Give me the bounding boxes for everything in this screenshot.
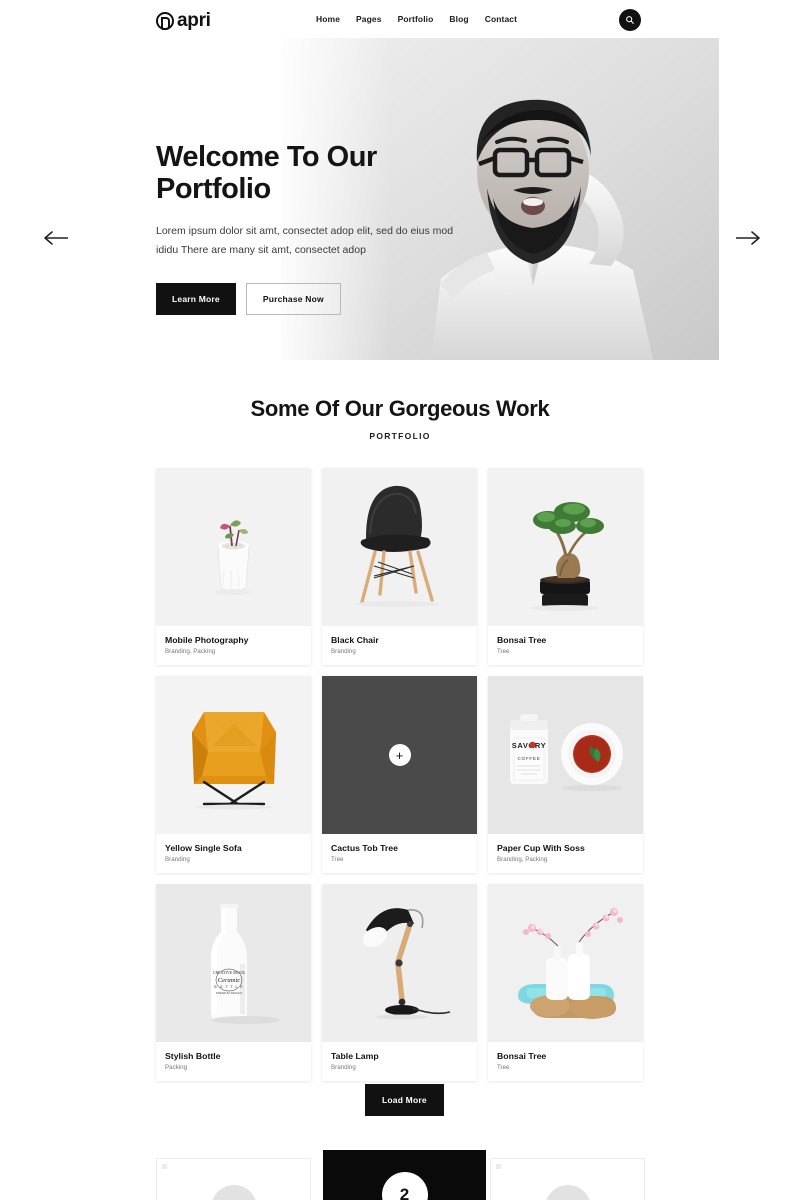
coffee-tin-soup-art: SAVORY COFFEE xyxy=(488,676,643,834)
portfolio-image-bonsai[interactable] xyxy=(488,468,643,626)
slider-next-button[interactable] xyxy=(734,227,764,249)
hero-subtitle: Lorem ipsum dolor sit amt, consectet ado… xyxy=(156,224,454,257)
hero-content: Welcome To Our Portfolio Lorem ipsum dol… xyxy=(156,141,496,315)
bonsai-tree-art xyxy=(488,468,643,626)
black-chair-art xyxy=(322,468,477,626)
portfolio-title: Bonsai Tree xyxy=(497,635,547,645)
portfolio-tag: Tree xyxy=(331,856,344,863)
step-number: 2 xyxy=(381,1172,428,1200)
portfolio-card[interactable]: Black Chair Branding xyxy=(322,468,477,665)
nav-item-home[interactable]: Home xyxy=(316,14,340,24)
brand-logo[interactable]: apri xyxy=(156,10,211,32)
ceramic-bottle-art: CREATIVE MOCK Ceramic B O T T L E PREMIU… xyxy=(156,884,311,1042)
svg-text:Ceramic: Ceramic xyxy=(218,977,241,984)
portfolio-image-table-lamp[interactable] xyxy=(322,884,477,1042)
step-card-2[interactable]: 2 xyxy=(323,1150,486,1200)
arrow-left-icon xyxy=(44,231,68,245)
portfolio-caption: Bonsai Tree Tree xyxy=(488,626,643,665)
portfolio-tag: Branding, Packing xyxy=(497,856,548,863)
portfolio-image-yellow-sofa[interactable] xyxy=(156,676,311,834)
portfolio-title: Paper Cup With Soss xyxy=(497,843,585,853)
portfolio-title: Bonsai Tree xyxy=(497,1051,547,1061)
portfolio-image-black-chair[interactable] xyxy=(322,468,477,626)
portfolio-card[interactable]: Table Lamp Branding xyxy=(322,884,477,1081)
site-header: apri Home Pages Portfolio Blog Contact xyxy=(0,0,800,38)
svg-text:SAVORY: SAVORY xyxy=(512,741,546,750)
portfolio-heading: Some Of Our Gorgeous Work xyxy=(250,396,550,421)
portfolio-tag: Branding xyxy=(331,648,356,655)
step-number: 3 xyxy=(544,1185,591,1200)
svg-text:B O T T L E: B O T T L E xyxy=(214,985,244,989)
portfolio-tag: Tree xyxy=(497,648,510,655)
svg-text:CREATIVE MOCK: CREATIVE MOCK xyxy=(213,970,245,975)
succulent-art xyxy=(156,468,311,626)
portfolio-caption: Black Chair Branding xyxy=(322,626,477,665)
nav-item-portfolio[interactable]: Portfolio xyxy=(398,14,434,24)
portfolio-caption: Mobile Photography Branding, Packing xyxy=(156,626,311,665)
portfolio-card[interactable]: CREATIVE MOCK Ceramic B O T T L E PREMIU… xyxy=(156,884,311,1081)
corner-marker-icon xyxy=(496,1164,501,1169)
portfolio-image-succulent[interactable] xyxy=(156,468,311,626)
hero-button-group: Learn More Purchase Now xyxy=(156,282,496,315)
portfolio-tag: Packing xyxy=(165,1064,188,1071)
learn-more-button[interactable]: Learn More xyxy=(156,282,236,315)
portfolio-title: Yellow Single Sofa xyxy=(165,843,242,853)
portfolio-card[interactable]: Mobile Photography Branding, Packing xyxy=(156,468,311,665)
portfolio-image-paper-cup[interactable]: SAVORY COFFEE xyxy=(488,676,643,834)
nav-item-contact[interactable]: Contact xyxy=(485,14,517,24)
vases-blossom-art xyxy=(488,884,643,1042)
hero-slider: Welcome To Our Portfolio Lorem ipsum dol… xyxy=(0,38,800,362)
load-more-button[interactable]: Load More xyxy=(365,1084,444,1116)
portfolio-image-bottle[interactable]: CREATIVE MOCK Ceramic B O T T L E PREMIU… xyxy=(156,884,311,1042)
yellow-sofa-art xyxy=(156,676,311,834)
portfolio-landing-page: apri Home Pages Portfolio Blog Contact W… xyxy=(0,0,800,1200)
portfolio-caption: Cactus Tob Tree Tree xyxy=(322,834,477,873)
portfolio-tag: Branding, Packing xyxy=(165,648,216,655)
portfolio-image-vases[interactable] xyxy=(488,884,643,1042)
portfolio-tag: Branding xyxy=(165,856,190,863)
circle-p-icon xyxy=(156,12,174,30)
step-number: 1 xyxy=(210,1185,257,1200)
corner-marker-icon xyxy=(162,1164,167,1169)
steps-section: 1 2 3 xyxy=(156,1150,645,1200)
purchase-now-button[interactable]: Purchase Now xyxy=(245,282,341,315)
hero-title: Welcome To Our Portfolio xyxy=(156,141,377,205)
portfolio-caption: Paper Cup With Soss Branding, Packing xyxy=(488,834,643,873)
step-card-3[interactable]: 3 xyxy=(490,1158,645,1200)
nav-item-blog[interactable]: Blog xyxy=(449,14,468,24)
portfolio-caption: Table Lamp Branding xyxy=(322,1042,477,1081)
portfolio-title: Black Chair xyxy=(331,635,379,645)
portfolio-title: Cactus Tob Tree xyxy=(331,843,398,853)
arrow-right-icon xyxy=(736,231,760,245)
portfolio-card[interactable]: SAVORY COFFEE Paper Cup With Soss Brandi… xyxy=(488,676,643,873)
plus-icon[interactable]: + xyxy=(388,744,411,766)
portfolio-card[interactable]: Bonsai Tree Tree xyxy=(488,884,643,1081)
brand-name: apri xyxy=(177,10,211,31)
portfolio-caption: Stylish Bottle Packing xyxy=(156,1042,311,1081)
step-card-1[interactable]: 1 xyxy=(156,1158,311,1200)
portfolio-caption: Bonsai Tree Tree xyxy=(488,1042,643,1081)
svg-text:PREMIUM DESIGN: PREMIUM DESIGN xyxy=(216,991,243,995)
portfolio-caption: Yellow Single Sofa Branding xyxy=(156,834,311,873)
portfolio-card[interactable]: Yellow Single Sofa Branding xyxy=(156,676,311,873)
portfolio-tag: Branding xyxy=(331,1064,356,1071)
portfolio-card[interactable]: Bonsai Tree Tree xyxy=(488,468,643,665)
nav-item-pages[interactable]: Pages xyxy=(356,14,382,24)
portfolio-title: Table Lamp xyxy=(331,1051,379,1061)
slider-prev-button[interactable] xyxy=(42,227,72,249)
search-button[interactable] xyxy=(619,9,641,31)
portfolio-image-cactus[interactable]: + xyxy=(322,676,477,834)
svg-text:COFFEE: COFFEE xyxy=(517,756,540,761)
portfolio-subheading: PORTFOLIO xyxy=(369,431,431,441)
main-navigation: Home Pages Portfolio Blog Contact xyxy=(316,14,517,24)
portfolio-card[interactable]: + Cactus Tob Tree Tree xyxy=(322,676,477,873)
portfolio-title: Stylish Bottle xyxy=(165,1051,221,1061)
portfolio-grid: Mobile Photography Branding, Packing Bla… xyxy=(156,468,645,1081)
portfolio-tag: Tree xyxy=(497,1064,510,1071)
table-lamp-art xyxy=(322,884,477,1042)
portfolio-title: Mobile Photography xyxy=(165,635,249,645)
search-icon xyxy=(626,16,634,24)
